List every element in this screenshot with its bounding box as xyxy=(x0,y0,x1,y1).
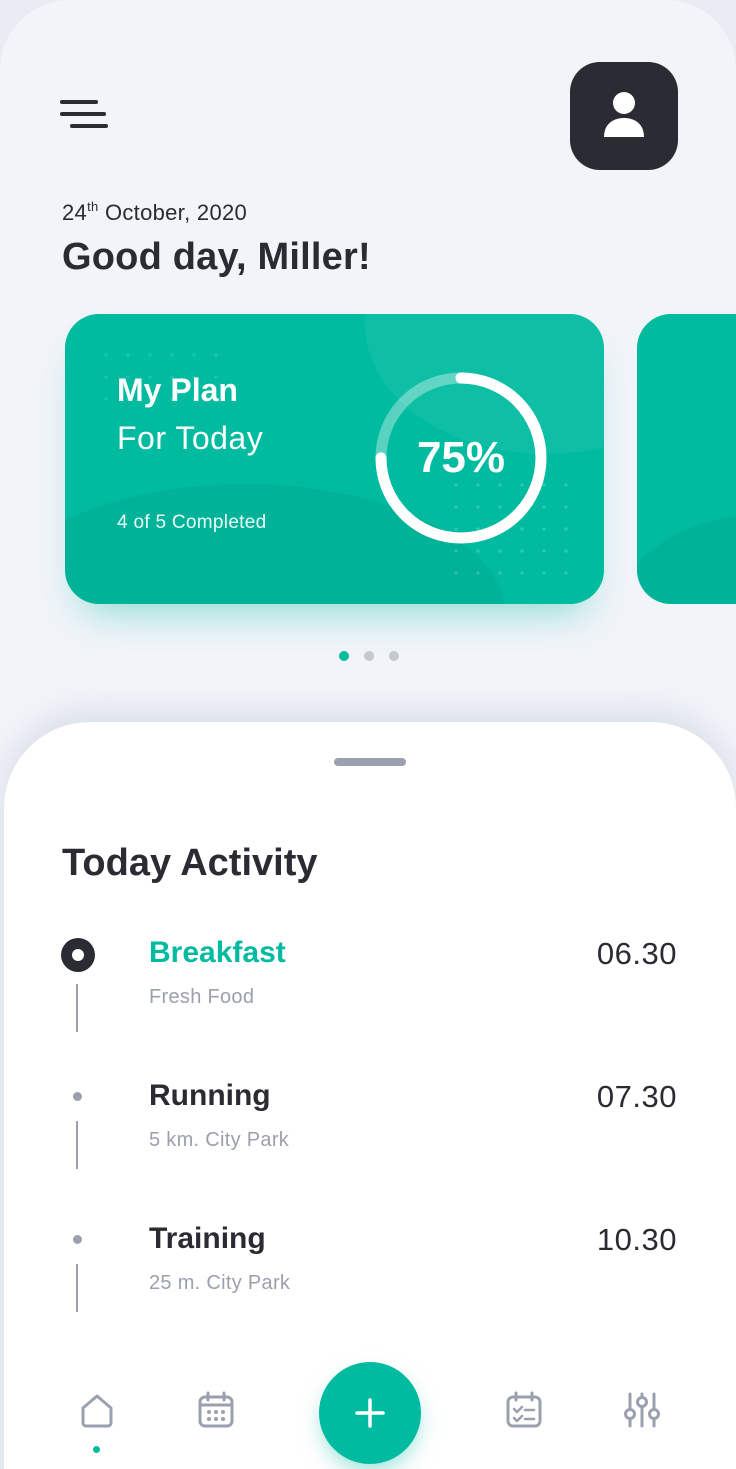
sliders-icon xyxy=(624,1392,660,1428)
timeline-dot-icon xyxy=(73,1235,82,1244)
add-button[interactable] xyxy=(319,1362,421,1464)
activity-detail: Fresh Food xyxy=(149,986,255,1008)
activity-detail: 25 m. City Park xyxy=(149,1272,291,1294)
timeline-dot-icon xyxy=(73,1092,82,1101)
card-decoration xyxy=(637,514,736,604)
app-screen: 24th October, 2020 Good day, Miller! My … xyxy=(0,0,736,1469)
menu-line xyxy=(60,112,106,116)
plan-card[interactable]: My Plan For Today 4 of 5 Completed 75% xyxy=(65,314,604,604)
activity-item-breakfast[interactable]: Breakfast Fresh Food 06.30 xyxy=(4,936,736,1056)
nav-home[interactable] xyxy=(75,1388,119,1432)
date-day: 24 xyxy=(62,200,88,225)
menu-line xyxy=(70,124,108,128)
nav-active-indicator xyxy=(93,1446,100,1453)
timeline-line xyxy=(76,1121,78,1169)
greeting-title: Good day, Miller! xyxy=(62,236,371,278)
plan-subtitle: For Today xyxy=(117,420,264,456)
pager-dot[interactable] xyxy=(389,651,399,661)
date-month-year: October, 2020 xyxy=(98,200,248,225)
profile-button[interactable] xyxy=(570,62,678,170)
activity-name: Running xyxy=(149,1079,271,1112)
nav-calendar[interactable] xyxy=(194,1388,238,1432)
pager-dot[interactable] xyxy=(364,651,374,661)
home-icon xyxy=(81,1394,113,1428)
section-title: Today Activity xyxy=(62,842,318,884)
progress-percent: 75% xyxy=(416,433,506,482)
hamburger-menu-icon[interactable] xyxy=(60,96,112,136)
plan-progress-text: 4 of 5 Completed xyxy=(117,512,267,533)
plan-title: My Plan xyxy=(117,372,238,408)
activity-time: 07.30 xyxy=(596,1079,677,1114)
activity-item-running[interactable]: Running 5 km. City Park 07.30 xyxy=(4,1079,736,1199)
current-date: 24th October, 2020 xyxy=(62,199,248,226)
carousel-pager xyxy=(339,651,399,661)
current-marker-icon xyxy=(61,938,95,972)
activity-time: 10.30 xyxy=(596,1222,677,1257)
calendar-icon xyxy=(198,1391,234,1428)
timeline-line xyxy=(76,1264,78,1312)
pager-dot[interactable] xyxy=(339,651,349,661)
sheet-drag-handle[interactable] xyxy=(334,758,406,766)
activity-time: 06.30 xyxy=(596,936,677,971)
plus-icon xyxy=(355,1398,385,1428)
activity-sheet: Today Activity Breakfast Fresh Food 06.3… xyxy=(4,722,736,1469)
date-suffix: th xyxy=(87,199,99,214)
next-plan-card[interactable] xyxy=(637,314,736,604)
user-icon xyxy=(604,92,644,137)
checklist-icon xyxy=(506,1391,542,1428)
activity-item-training[interactable]: Training 25 m. City Park 10.30 xyxy=(4,1222,736,1342)
activity-name: Training xyxy=(149,1222,266,1255)
activity-name: Breakfast xyxy=(149,936,286,969)
menu-line xyxy=(60,100,98,104)
nav-tasks[interactable] xyxy=(502,1388,546,1432)
activity-detail: 5 km. City Park xyxy=(149,1129,290,1151)
nav-settings[interactable] xyxy=(620,1388,664,1432)
timeline-line xyxy=(76,984,78,1032)
